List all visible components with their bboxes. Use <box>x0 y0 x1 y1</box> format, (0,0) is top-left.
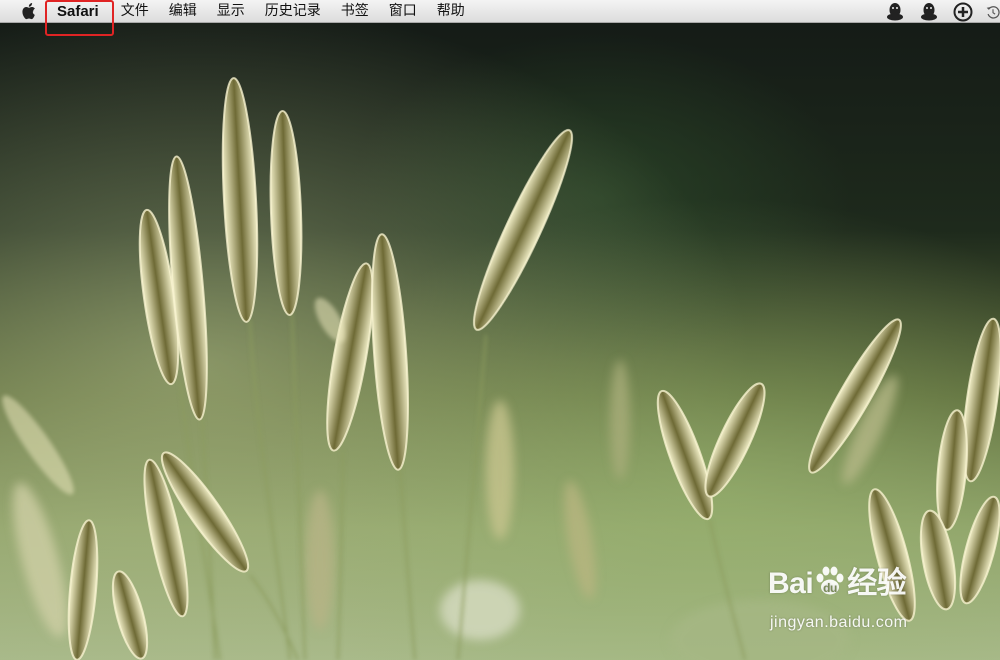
menu-help[interactable]: 帮助 <box>427 0 475 23</box>
menu-edit[interactable]: 编辑 <box>159 0 207 23</box>
menu-safari[interactable]: Safari <box>45 0 111 23</box>
baidu-paw-icon: du <box>813 565 847 601</box>
add-circle-icon[interactable] <box>952 2 974 22</box>
menu-window[interactable]: 窗口 <box>379 0 427 23</box>
watermark-logo-bai: Bai <box>768 567 814 600</box>
time-machine-icon[interactable] <box>986 2 1000 22</box>
baidu-jingyan-watermark: Bai du 经验 jingyan.baidu.com <box>764 552 984 642</box>
desktop: Safari 文件 编辑 显示 历史记录 书签 窗口 帮助 Bai du 经验 … <box>0 0 1000 660</box>
watermark-logo-jingyan: 经验 <box>847 567 907 600</box>
app-menu: Safari 文件 编辑 显示 历史记录 书签 窗口 帮助 <box>45 0 475 23</box>
menu-view[interactable]: 显示 <box>207 0 255 23</box>
qq-penguin-icon[interactable] <box>918 2 940 22</box>
svg-text:du: du <box>823 581 837 595</box>
menu-bookmarks[interactable]: 书签 <box>331 0 379 23</box>
watermark-url: jingyan.baidu.com <box>770 614 908 631</box>
menu-history[interactable]: 历史记录 <box>255 0 331 23</box>
status-menu-area <box>872 0 1000 23</box>
qq-penguin-icon[interactable] <box>884 2 906 22</box>
apple-logo-icon[interactable] <box>19 0 41 23</box>
watermark-logo: Bai du 经验 <box>768 558 907 602</box>
menu-bar: Safari 文件 编辑 显示 历史记录 书签 窗口 帮助 <box>0 0 1000 23</box>
menu-file[interactable]: 文件 <box>111 0 159 23</box>
